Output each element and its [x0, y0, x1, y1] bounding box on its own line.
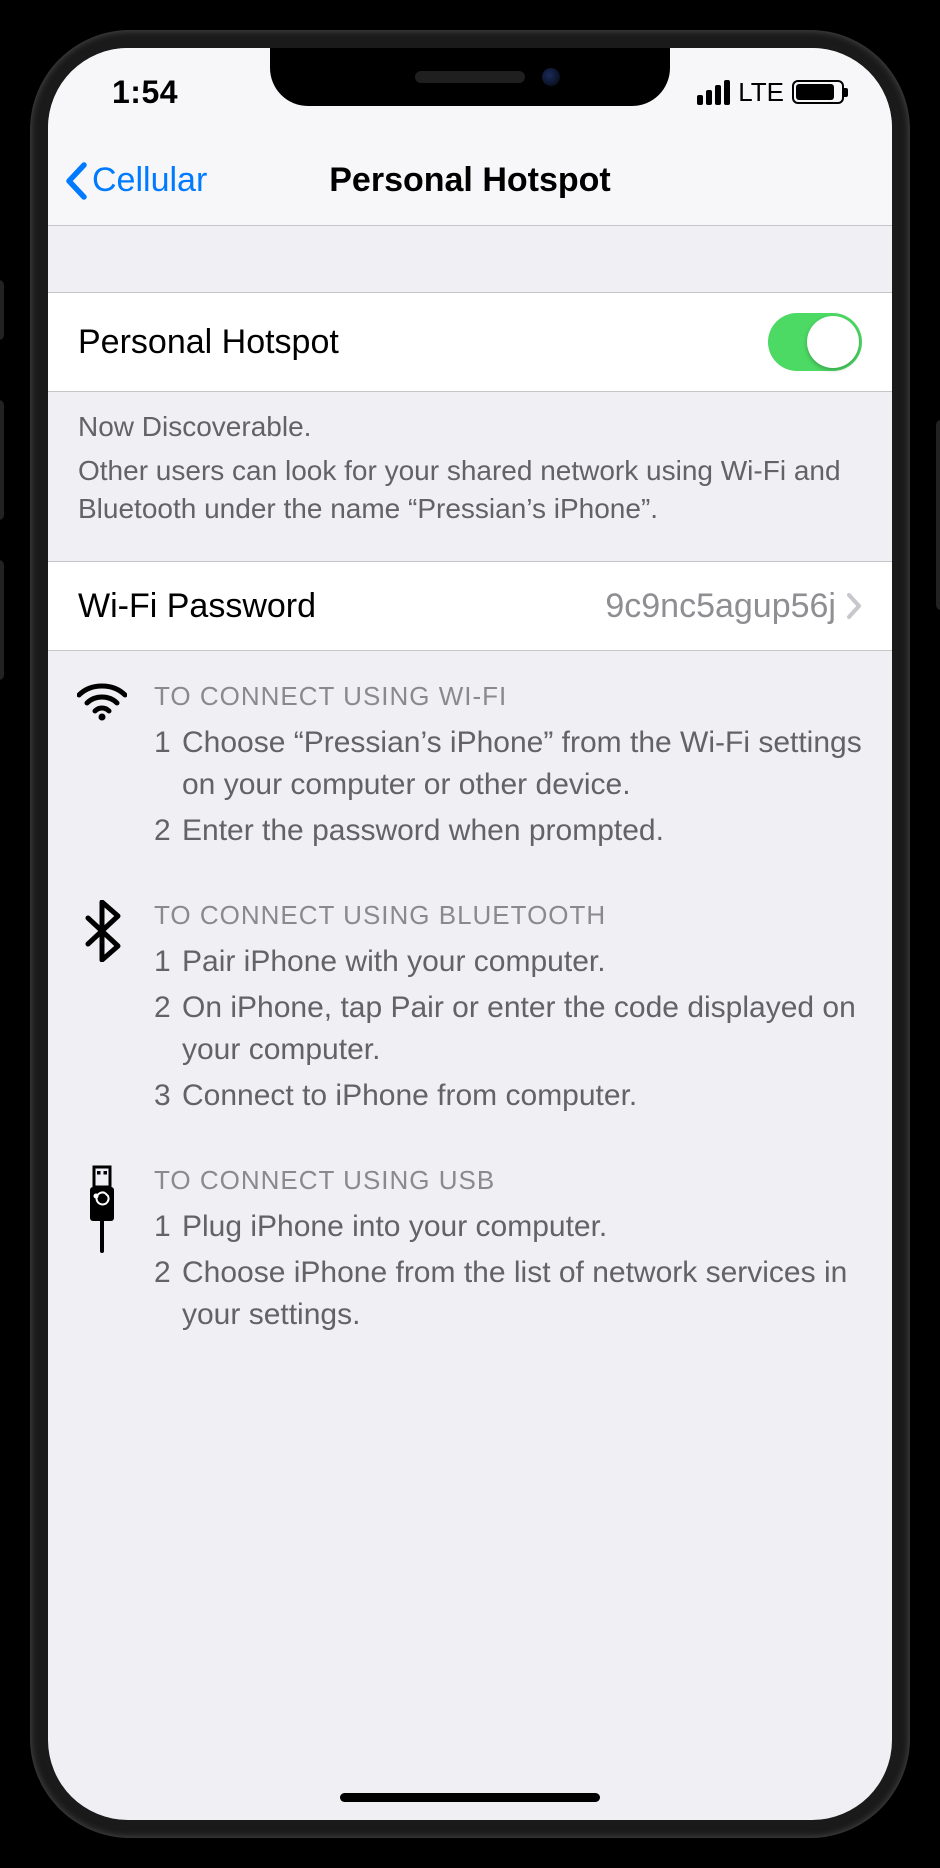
- desc-line1: Now Discoverable.: [78, 408, 862, 446]
- hotspot-toggle[interactable]: [768, 313, 862, 371]
- cellular-signal-icon: [697, 80, 730, 105]
- hotspot-label: Personal Hotspot: [78, 323, 339, 362]
- nav-header: Cellular Personal Hotspot: [48, 136, 892, 226]
- bluetooth-step: Connect to iPhone from computer.: [154, 1075, 866, 1117]
- bluetooth-step: On iPhone, tap Pair or enter the code di…: [154, 987, 866, 1071]
- home-indicator[interactable]: [340, 1793, 600, 1802]
- content-scroll[interactable]: Personal Hotspot Now Discoverable. Other…: [48, 226, 892, 1340]
- wifi-password-label: Wi-Fi Password: [78, 587, 316, 626]
- hotspot-description: Now Discoverable. Other users can look f…: [48, 392, 892, 561]
- chevron-left-icon: [64, 162, 88, 200]
- bluetooth-icon: [82, 900, 122, 962]
- wifi-step: Enter the password when prompted.: [154, 810, 866, 852]
- bluetooth-steps: Pair iPhone with your computer. On iPhon…: [154, 941, 866, 1117]
- wifi-heading: TO CONNECT USING WI-FI: [154, 681, 866, 712]
- status-time: 1:54: [112, 74, 178, 111]
- usb-step: Plug iPhone into your computer.: [154, 1206, 866, 1248]
- bluetooth-step: Pair iPhone with your computer.: [154, 941, 866, 983]
- usb-heading: TO CONNECT USING USB: [154, 1165, 866, 1196]
- wifi-steps: Choose “Pressian’s iPhone” from the Wi-F…: [154, 722, 866, 852]
- bluetooth-heading: TO CONNECT USING BLUETOOTH: [154, 900, 866, 931]
- usb-icon: [85, 1165, 119, 1253]
- desc-line2: Other users can look for your shared net…: [78, 452, 862, 528]
- usb-step: Choose iPhone from the list of network s…: [154, 1252, 866, 1336]
- usb-steps: Plug iPhone into your computer. Choose i…: [154, 1206, 866, 1336]
- back-button[interactable]: Cellular: [64, 161, 207, 200]
- battery-icon: [792, 80, 844, 104]
- instructions-usb: TO CONNECT USING USB Plug iPhone into yo…: [74, 1165, 866, 1340]
- wifi-password-row[interactable]: Wi-Fi Password 9c9nc5agup56j: [48, 561, 892, 651]
- wifi-icon: [77, 681, 127, 721]
- network-type: LTE: [738, 77, 784, 108]
- wifi-password-value: 9c9nc5agup56j: [605, 587, 836, 626]
- instructions-wifi: TO CONNECT USING WI-FI Choose “Pressian’…: [74, 681, 866, 856]
- hotspot-toggle-row[interactable]: Personal Hotspot: [48, 292, 892, 392]
- wifi-step: Choose “Pressian’s iPhone” from the Wi-F…: [154, 722, 866, 806]
- instructions-bluetooth: TO CONNECT USING BLUETOOTH Pair iPhone w…: [74, 900, 866, 1121]
- back-label: Cellular: [92, 161, 207, 200]
- chevron-right-icon: [846, 592, 862, 620]
